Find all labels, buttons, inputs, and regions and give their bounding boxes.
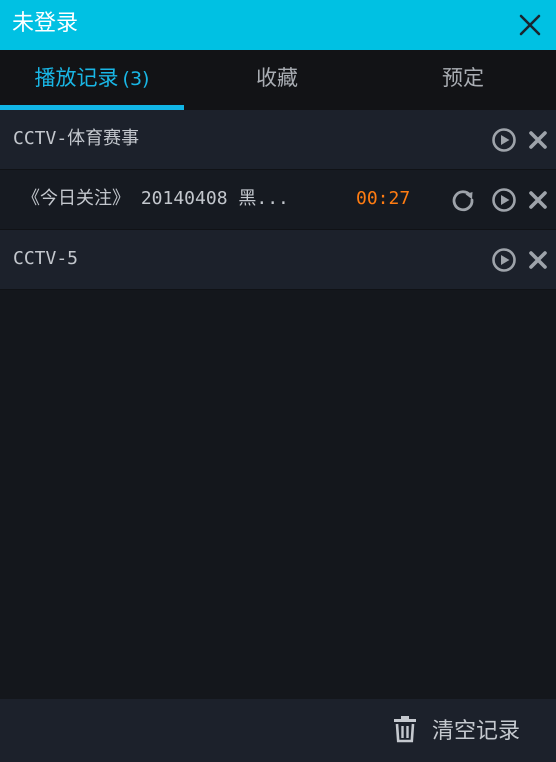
tab-favorites-label: 收藏 bbox=[256, 66, 298, 90]
title-bar: 未登录 bbox=[0, 0, 556, 50]
close-icon[interactable] bbox=[516, 11, 544, 39]
delete-icon[interactable] bbox=[524, 126, 552, 154]
list-item[interactable]: CCTV-5 bbox=[0, 230, 556, 290]
clear-history-button[interactable]: 清空记录 bbox=[392, 709, 520, 749]
channel-label: CCTV-体育赛事 bbox=[13, 128, 140, 149]
history-list: CCTV-体育赛事 《今日关注》 20140408 黑... 00:27 CCT… bbox=[0, 110, 556, 290]
tab-bar: 播放记录 (3) 收藏 预定 bbox=[0, 50, 556, 110]
tab-reservations[interactable]: 预定 bbox=[370, 50, 556, 110]
play-icon[interactable] bbox=[490, 186, 518, 214]
channel-label: CCTV-5 bbox=[13, 248, 79, 269]
tab-play-history-label: 播放记录 bbox=[34, 66, 119, 90]
tab-play-history[interactable]: 播放记录 (3) bbox=[0, 50, 184, 110]
tab-reservations-label: 预定 bbox=[442, 66, 484, 90]
delete-icon[interactable] bbox=[524, 186, 552, 214]
program-label: 《今日关注》 20140408 黑... bbox=[22, 188, 289, 209]
watched-time: 00:27 bbox=[356, 188, 411, 209]
play-icon[interactable] bbox=[490, 246, 518, 274]
list-item[interactable]: 《今日关注》 20140408 黑... 00:27 bbox=[0, 170, 556, 230]
footer-bar: 清空记录 bbox=[0, 699, 556, 762]
trash-icon bbox=[394, 716, 416, 743]
replay-icon[interactable] bbox=[449, 186, 477, 214]
play-icon[interactable] bbox=[490, 126, 518, 154]
list-item[interactable]: CCTV-体育赛事 bbox=[0, 110, 556, 170]
delete-icon[interactable] bbox=[524, 246, 552, 274]
tab-favorites[interactable]: 收藏 bbox=[184, 50, 370, 110]
clear-history-label: 清空记录 bbox=[432, 719, 521, 744]
tab-play-history-count: (3) bbox=[122, 68, 150, 90]
login-status-title[interactable]: 未登录 bbox=[12, 8, 78, 40]
